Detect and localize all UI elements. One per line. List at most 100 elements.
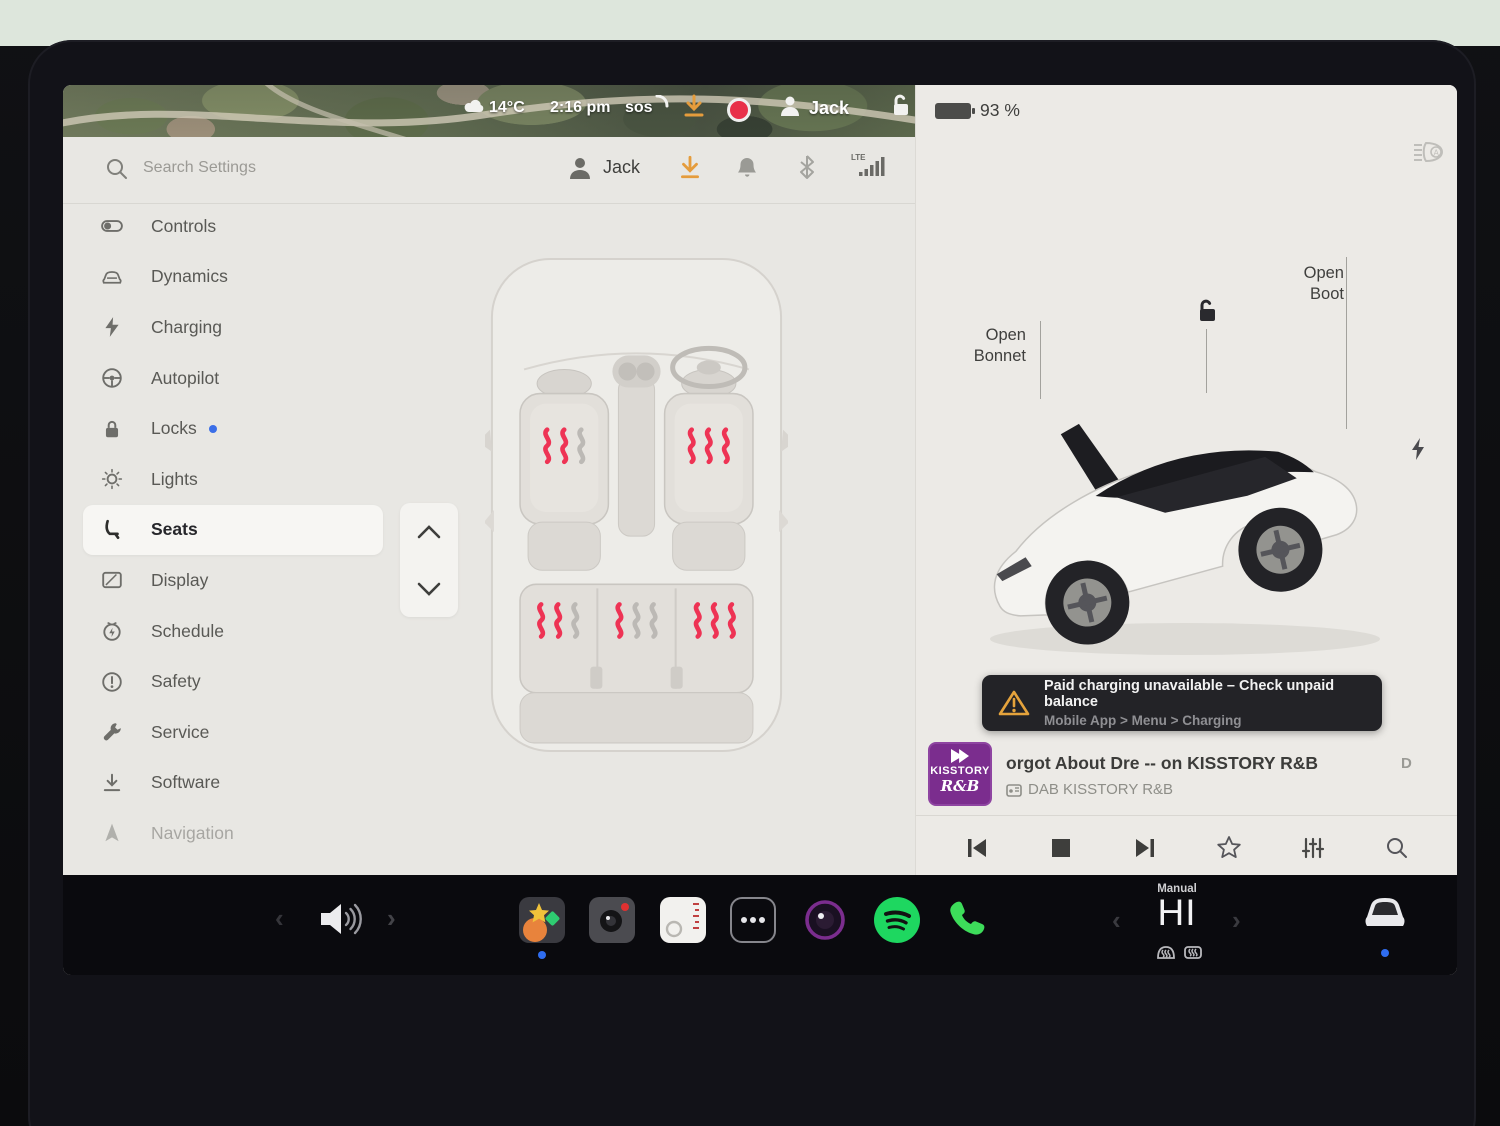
bluetooth-icon[interactable] bbox=[797, 154, 817, 180]
temp-down-chevron[interactable]: ‹ bbox=[1112, 905, 1121, 936]
map-strip[interactable]: 14°C 2:16 pm sos Jack bbox=[63, 85, 915, 137]
kisstory-logo-icon bbox=[951, 749, 969, 763]
sidebar-item-navigation[interactable]: Navigation bbox=[83, 808, 383, 859]
account-icon[interactable] bbox=[568, 155, 592, 181]
arcade-app-icon[interactable] bbox=[519, 897, 565, 943]
driver-name[interactable]: Jack bbox=[809, 98, 849, 119]
sidebar-item-display[interactable]: Display bbox=[83, 555, 383, 606]
sidebar-item-charging[interactable]: Charging bbox=[83, 302, 383, 353]
front-defrost-icon[interactable] bbox=[1155, 943, 1177, 961]
outside-temperature: 14°C bbox=[489, 99, 525, 117]
lock-icon bbox=[101, 418, 123, 440]
next-track-button[interactable] bbox=[1130, 833, 1160, 863]
radio-app-icon[interactable] bbox=[660, 897, 706, 943]
sidebar-item-label: Safety bbox=[151, 671, 201, 692]
notifications-bell-icon[interactable] bbox=[735, 155, 759, 181]
sidebar-item-locks[interactable]: Locks bbox=[83, 403, 383, 454]
vehicle-render[interactable] bbox=[960, 381, 1410, 671]
sidebar-item-label: Seats bbox=[151, 519, 198, 540]
favorite-star-button[interactable] bbox=[1214, 833, 1244, 863]
volume-speaker-icon[interactable] bbox=[315, 899, 367, 939]
media-station-name: DAB KISSTORY R&B bbox=[1028, 781, 1173, 798]
charge-port-bolt-icon[interactable] bbox=[1410, 437, 1426, 461]
search-settings-input[interactable]: Search Settings bbox=[143, 159, 256, 177]
tesla-touchscreen: 14°C 2:16 pm sos Jack bbox=[63, 85, 1457, 975]
hvac-temperature[interactable]: HI bbox=[1139, 895, 1215, 931]
clock: 2:16 pm bbox=[550, 99, 610, 117]
sidebar-item-label: Schedule bbox=[151, 621, 224, 642]
dashcam-app-icon[interactable] bbox=[589, 897, 635, 943]
safety-icon bbox=[101, 671, 123, 693]
chevron-up-icon[interactable] bbox=[416, 524, 442, 540]
sidebar-item-label: Dynamics bbox=[151, 266, 228, 287]
search-icon[interactable] bbox=[105, 157, 129, 181]
phone-app-icon[interactable] bbox=[943, 897, 989, 943]
door-unlocked-icon[interactable] bbox=[1192, 297, 1220, 325]
more-apps-icon[interactable] bbox=[730, 897, 776, 943]
svg-text:A: A bbox=[1434, 149, 1440, 158]
sidebar-item-dynamics[interactable]: Dynamics bbox=[83, 252, 383, 303]
battery-percent: 93 % bbox=[980, 100, 1020, 121]
lte-signal-icon: LTE bbox=[849, 151, 889, 179]
sidebar-item-label: Autopilot bbox=[151, 368, 219, 389]
temp-up-chevron[interactable]: › bbox=[1232, 905, 1241, 936]
sidebar-item-lights[interactable]: Lights bbox=[83, 454, 383, 505]
sidebar-item-label: Locks bbox=[151, 418, 197, 439]
arcade-notification-dot bbox=[538, 951, 546, 959]
toast-subtitle: Mobile App > Menu > Charging bbox=[1044, 713, 1382, 728]
open-boot-button[interactable]: OpenBoot bbox=[1304, 263, 1344, 305]
sidebar-item-label: Service bbox=[151, 722, 209, 743]
sidebar-item-schedule[interactable]: Schedule bbox=[83, 606, 383, 657]
driver-profile-icon[interactable] bbox=[779, 94, 801, 118]
vehicle-status-panel: 93 % A OpenBonnet OpenBoot bbox=[915, 85, 1457, 875]
auto-headlight-icon[interactable]: A bbox=[1412, 139, 1446, 165]
sidebar-item-label: Controls bbox=[151, 216, 216, 237]
sidebar-item-autopilot[interactable]: Autopilot bbox=[83, 353, 383, 404]
dashboard-photo: 14°C 2:16 pm sos Jack bbox=[0, 0, 1500, 1126]
rear-defrost-icon[interactable] bbox=[1182, 943, 1204, 961]
toggle-icon bbox=[101, 215, 123, 237]
volume-down-chevron[interactable]: ‹ bbox=[275, 903, 284, 934]
sidebar-item-service[interactable]: Service bbox=[83, 707, 383, 758]
dab-radio-icon bbox=[1006, 782, 1022, 798]
sidebar-item-seats[interactable]: Seats bbox=[83, 505, 383, 556]
media-art-genre: R&B bbox=[930, 777, 990, 795]
media-search-button[interactable] bbox=[1382, 833, 1412, 863]
previous-track-button[interactable] bbox=[962, 833, 992, 863]
sidebar-item-label: Software bbox=[151, 772, 220, 793]
chevron-down-icon[interactable] bbox=[416, 581, 442, 597]
account-name[interactable]: Jack bbox=[603, 157, 640, 178]
software-update-icon[interactable] bbox=[683, 94, 705, 118]
media-art-brand: KISSTORY bbox=[930, 765, 990, 777]
seat-icon bbox=[101, 519, 123, 541]
equalizer-sliders-button[interactable] bbox=[1298, 833, 1328, 863]
weather-cloud-icon bbox=[463, 98, 485, 114]
software-update-icon[interactable] bbox=[678, 154, 702, 180]
sidebar-item-software[interactable]: Software bbox=[83, 758, 383, 809]
charging-warning-toast[interactable]: Paid charging unavailable – Check unpaid… bbox=[982, 675, 1382, 731]
display-icon bbox=[101, 569, 123, 591]
seat-row-scroll-control[interactable] bbox=[400, 503, 458, 617]
camera-lens-app-icon[interactable] bbox=[802, 897, 848, 943]
unlocked-padlock-icon[interactable] bbox=[887, 93, 913, 119]
settings-search-row: Search Settings Jack LTE bbox=[63, 137, 915, 204]
settings-sidebar: Controls Dynamics Charging Autopilot Locks Li… bbox=[83, 201, 383, 859]
stop-button[interactable] bbox=[1046, 833, 1076, 863]
steering-wheel-icon bbox=[101, 367, 123, 389]
recording-indicator[interactable] bbox=[727, 98, 751, 122]
svg-text:LTE: LTE bbox=[851, 153, 866, 162]
car-icon bbox=[101, 266, 123, 288]
volume-up-chevron[interactable]: › bbox=[387, 903, 396, 934]
sidebar-item-controls[interactable]: Controls bbox=[83, 201, 383, 252]
spotify-app-icon[interactable] bbox=[874, 897, 920, 943]
media-station-row[interactable]: DAB KISSTORY R&B bbox=[1006, 781, 1173, 798]
open-bonnet-button[interactable]: OpenBonnet bbox=[974, 325, 1026, 367]
sidebar-item-safety[interactable]: Safety bbox=[83, 656, 383, 707]
sos-label[interactable]: sos bbox=[625, 99, 653, 117]
media-track-title[interactable]: orgot About Dre -- on KISSTORY R&B bbox=[1006, 753, 1386, 774]
media-album-art[interactable]: KISSTORY R&B bbox=[928, 742, 992, 806]
hvac-control[interactable]: Manual HI bbox=[1139, 883, 1215, 931]
vehicle-status-app-icon[interactable] bbox=[1359, 893, 1411, 935]
settings-panel: Search Settings Jack LTE bbox=[63, 137, 915, 875]
wrench-icon bbox=[101, 721, 123, 743]
